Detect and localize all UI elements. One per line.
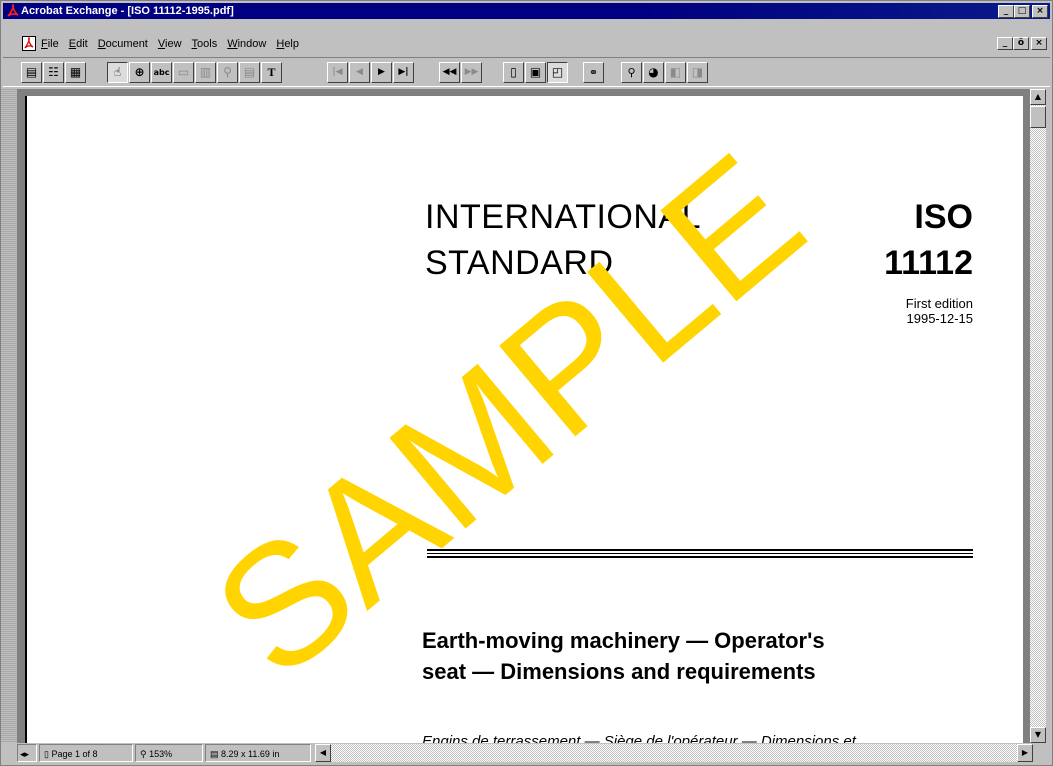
vertical-scrollbar[interactable]: ▲ ▼ (1030, 89, 1046, 743)
menu-window[interactable]: Window (227, 34, 266, 54)
scroll-left-icon[interactable]: ◀ (315, 744, 331, 762)
status-bar: ◂▸ ▯ Page 1 of 8 ⚲ 153% ▤ 8.29 x 11.69 i… (3, 743, 1050, 763)
close-button[interactable]: × (1032, 5, 1048, 18)
thumbnails-and-page-icon[interactable]: ▦ (65, 62, 86, 83)
menu-document[interactable]: Document (98, 34, 148, 54)
go-forward-icon[interactable]: ▶▶ (461, 62, 482, 83)
french-subtitle: Engins de terrassement — Siège de l'opér… (422, 733, 856, 743)
title-line-1: INTERNATIONAL (425, 198, 702, 236)
title-line-2: STANDARD (425, 244, 614, 282)
maximize-button[interactable]: □ (1014, 5, 1030, 18)
page-size-icon: ▤ (210, 749, 222, 759)
divider-rule (427, 549, 973, 551)
menu-view[interactable]: View (158, 34, 182, 54)
page-size-box: ▤ 8.29 x 11.69 in (205, 744, 311, 762)
search-results-icon[interactable]: ◕ (643, 62, 664, 83)
document-type: INTERNATIONAL STANDARD (425, 194, 701, 286)
acrobat-window: Acrobat Exchange - [ISO 11112-1995.pdf] … (0, 0, 1053, 766)
heading-line-1: Earth-moving machinery — Operator's (422, 628, 825, 653)
edition-date: 1995-12-15 (906, 311, 974, 326)
bookmarks-and-page-icon[interactable]: ☷ (43, 62, 64, 83)
menu-help[interactable]: Help (276, 34, 299, 54)
page-only-icon[interactable]: ▤ (21, 62, 42, 83)
menu-bar: File Edit Document View Tools Window Hel… (3, 34, 1050, 54)
pdf-page[interactable]: INTERNATIONAL STANDARD ISO 11112 First e… (25, 96, 1023, 743)
minimize-button[interactable]: _ (998, 5, 1014, 18)
divider-rule (427, 553, 973, 554)
divider-rule (427, 556, 973, 558)
zoom-tool-icon[interactable]: ⊕ (129, 62, 150, 83)
search-icon[interactable]: ⚲ (621, 62, 642, 83)
scroll-thumb[interactable] (1030, 106, 1046, 128)
graphics-select-icon[interactable]: ▭ (173, 62, 194, 83)
text-select-icon[interactable]: abc (151, 62, 172, 83)
toolbar: ▤ ☷ ▦ ☝ ⊕ abc ▭ ▥ ⚲ ▤ T |◀ ◀ ▶ ▶| ◀◀ ▶▶ … (3, 57, 1050, 87)
actual-size-icon[interactable]: ▯ (503, 62, 524, 83)
fit-width-icon[interactable]: ◰ (547, 62, 568, 83)
first-page-icon[interactable]: |◀ (327, 62, 348, 83)
acrobat-app-icon[interactable] (6, 4, 20, 18)
menu-file[interactable]: File (41, 34, 59, 54)
edition-label: First edition (905, 296, 973, 311)
navigation-pane-splitter[interactable] (1, 89, 17, 743)
find-icon[interactable]: ⚭ (583, 62, 604, 83)
last-page-icon[interactable]: ▶| (393, 62, 414, 83)
next-page-icon[interactable]: ▶ (371, 62, 392, 83)
zoom-box[interactable]: ⚲ 153% (135, 744, 203, 762)
magnifier-icon: ⚲ (140, 749, 150, 759)
doc-minimize-button[interactable]: _ (997, 37, 1013, 50)
page-size: 8.29 x 11.69 in (221, 749, 280, 759)
next-highlight-icon[interactable]: ◨ (687, 62, 708, 83)
horizontal-scrollbar[interactable]: ◀ ▶ (315, 744, 1033, 762)
document-icon[interactable] (22, 36, 36, 51)
column-select-icon[interactable]: ▥ (195, 62, 216, 83)
scroll-right-icon[interactable]: ▶ (1017, 744, 1033, 762)
note-tool-icon[interactable]: ▤ (239, 62, 260, 83)
scroll-down-icon[interactable]: ▼ (1030, 727, 1046, 743)
iso-number: 11112 (884, 244, 973, 282)
document-heading: Earth-moving machinery — Operator's seat… (422, 625, 825, 687)
doc-close-button[interactable]: × (1031, 37, 1047, 50)
page-indicator: Page 1 of 8 (51, 749, 98, 759)
previous-page-icon[interactable]: ◀ (349, 62, 370, 83)
previous-highlight-icon[interactable]: ◧ (665, 62, 686, 83)
text-touchup-icon[interactable]: T (261, 62, 282, 83)
scroll-up-icon[interactable]: ▲ (1030, 89, 1046, 105)
link-tool-icon[interactable]: ⚲ (217, 62, 238, 83)
menu-edit[interactable]: Edit (69, 34, 88, 54)
zoom-level: 153% (149, 749, 173, 759)
menu-tools[interactable]: Tools (192, 34, 218, 54)
toggle-pane-icon[interactable]: ◂▸ (17, 744, 37, 762)
title-bar: Acrobat Exchange - [ISO 11112-1995.pdf] … (3, 3, 1050, 19)
doc-restore-button[interactable]: ŏ (1013, 37, 1029, 50)
iso-designation: ISO 11112 (884, 194, 973, 286)
go-back-icon[interactable]: ◀◀ (439, 62, 460, 83)
edition-info: First edition 1995-12-15 (906, 296, 973, 326)
fit-page-icon[interactable]: ▣ (525, 62, 546, 83)
window-title: Acrobat Exchange - [ISO 11112-1995.pdf] (21, 5, 234, 17)
heading-line-2: seat — Dimensions and requirements (422, 659, 816, 684)
iso-label: ISO (914, 198, 973, 236)
page-number-box[interactable]: ▯ Page 1 of 8 (39, 744, 133, 762)
hand-tool-icon[interactable]: ☝ (107, 62, 128, 83)
